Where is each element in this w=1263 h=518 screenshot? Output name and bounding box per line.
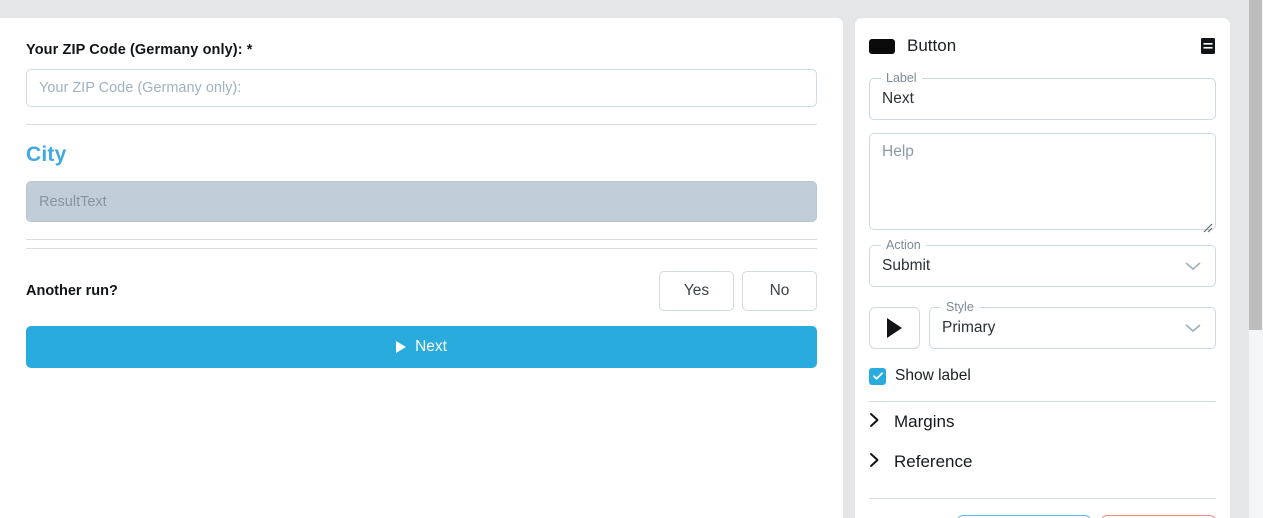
style-select-value: Primary (930, 308, 1215, 348)
inspector-title: Button (907, 36, 1200, 56)
chevron-right-icon (869, 412, 880, 433)
action-select[interactable]: Action Submit (869, 245, 1216, 287)
app-root: Your ZIP Code (Germany only): * City Res… (0, 0, 1263, 518)
action-select-value: Submit (870, 246, 1215, 286)
action-select-notch: Action (881, 238, 926, 252)
show-label-text: Show label (895, 367, 971, 385)
another-run-no-button[interactable]: No (742, 271, 817, 311)
inspector-header: Button (869, 18, 1216, 68)
chevron-down-icon[interactable] (1183, 260, 1203, 272)
city-section-heading: City (26, 143, 817, 167)
another-run-yes-button[interactable]: Yes (659, 271, 734, 311)
accordion-margins-label: Margins (894, 412, 954, 432)
preview-play-button[interactable] (869, 307, 920, 349)
divider-after-zip (26, 124, 817, 125)
divider-above-footer (869, 498, 1216, 499)
zip-field-label: Your ZIP Code (Germany only): * (26, 42, 817, 58)
zip-code-input[interactable] (26, 69, 817, 107)
result-text-value: ResultText (39, 194, 107, 210)
property-inspector-panel: Button Label Next Action Sub (855, 18, 1230, 518)
label-field-notch: Label (881, 71, 922, 85)
help-field-wrap (869, 120, 1216, 235)
next-submit-button[interactable]: Next (26, 326, 817, 368)
another-run-options: Yes No (659, 271, 817, 311)
another-run-label: Another run? (26, 283, 118, 299)
play-icon (396, 341, 406, 353)
form-preview-panel: Your ZIP Code (Germany only): * City Res… (0, 18, 843, 518)
style-row: Style Primary (869, 301, 1216, 349)
accordion-reference-label: Reference (894, 452, 972, 472)
show-label-row[interactable]: Show label (869, 367, 1216, 385)
documentation-icon[interactable] (1200, 37, 1216, 55)
button-block-icon (869, 39, 895, 54)
divider-lower (26, 248, 817, 249)
show-label-checkbox[interactable] (869, 368, 886, 385)
play-icon (887, 318, 902, 338)
next-button-label: Next (415, 338, 447, 356)
label-field-value: Next (870, 79, 1215, 119)
help-textarea[interactable] (869, 133, 1216, 230)
style-select-notch: Style (941, 300, 979, 314)
result-text-display: ResultText (26, 181, 817, 222)
divider-group-after-result (26, 239, 817, 249)
page-gutter (1230, 0, 1248, 518)
page-scrollbar-track[interactable] (1248, 0, 1263, 518)
style-select[interactable]: Style Primary (929, 307, 1216, 349)
another-run-row: Another run? Yes No (26, 271, 817, 311)
label-field[interactable]: Label Next (869, 78, 1216, 120)
accordion-margins[interactable]: Margins (869, 402, 1216, 442)
accordion-reference[interactable]: Reference (869, 442, 1216, 482)
page-scrollbar-thumb[interactable] (1249, 0, 1262, 330)
chevron-right-icon (869, 452, 880, 473)
divider-upper (26, 239, 817, 240)
chevron-down-icon[interactable] (1183, 322, 1203, 334)
zip-field-block: Your ZIP Code (Germany only): * (26, 18, 817, 107)
